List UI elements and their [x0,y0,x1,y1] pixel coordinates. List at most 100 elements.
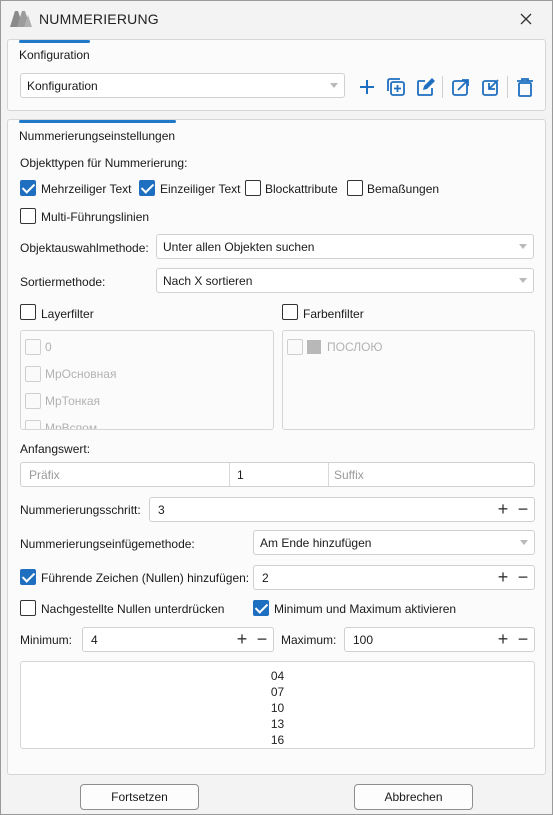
step-label: Nummerierungsschritt: [20,503,141,517]
insert-method-value: Am Ende hinzufügen [260,535,372,550]
object-types-label: Objekttypen für Nummerierung: [20,156,188,170]
color-filter-label: Farbenfilter [303,307,364,321]
suppress-trailing-zeros-label: Nachgestellte Nullen unterdrücken [41,602,225,616]
minimum-stepper: + − [235,630,269,648]
list-item-label: МрТонкая [45,394,101,408]
step-value: 3 [158,502,165,517]
sort-method-select[interactable]: Nach X sortieren [156,268,534,293]
list-item[interactable]: 0 [25,339,52,355]
list-item-checkbox[interactable] [287,339,303,355]
checkbox-leading-zeros[interactable] [20,569,36,585]
leading-zeros-label: Führende Zeichen (Nullen) hinzufügen: [41,571,250,585]
chevron-down-icon [330,83,338,88]
title-bar: NUMMERIERUNG [1,1,552,37]
leading-zeros-value: 2 [262,570,269,585]
checkbox-label: Blockattribute [265,182,338,196]
settings-panel: Nummerierungseinstellungen Objekttypen f… [7,119,546,775]
list-item-checkbox[interactable] [25,393,41,409]
list-item[interactable]: ПОСЛОЮ [287,339,383,355]
color-swatch [307,340,321,354]
list-item-label: 0 [45,340,52,354]
start-value-input[interactable]: 1 [237,468,244,482]
close-icon[interactable] [516,9,536,29]
checkbox-multiline-text[interactable] [20,180,36,196]
preview-value: 04 [270,669,285,683]
list-item-label: МрВспом [45,421,98,430]
list-item-checkbox[interactable] [25,420,41,429]
toolbar-separator [442,76,443,98]
chevron-down-icon [519,244,527,249]
list-item-label: ПОСЛОЮ [327,340,383,354]
start-value-group: Präfix 1 Suffix [20,462,535,487]
list-item[interactable]: МрОсновная [25,366,116,382]
minus-icon[interactable]: − [516,630,530,648]
list-item-checkbox[interactable] [25,339,41,355]
leading-zeros-stepper: + − [496,568,530,586]
insert-method-select[interactable]: Am Ende hinzufügen [253,530,535,555]
plus-icon[interactable]: + [496,630,510,648]
selection-method-value: Unter allen Objekten suchen [163,239,315,254]
checkbox-layer-filter[interactable] [20,304,36,320]
list-item-checkbox[interactable] [25,366,41,382]
prefix-input[interactable]: Präfix [29,468,60,482]
edit-icon[interactable] [415,76,437,98]
suffix-input[interactable]: Suffix [334,468,364,482]
chevron-down-icon [519,278,527,283]
layer-filter-label: Layerfilter [41,307,94,321]
step-input[interactable]: 3 + − [149,497,535,522]
selection-method-label: Objektauswahlmethode: [20,241,149,255]
minimum-label: Minimum: [20,633,73,647]
window-title: NUMMERIERUNG [39,11,159,27]
minus-icon[interactable]: − [516,500,530,518]
checkbox-multileader[interactable] [20,208,36,224]
checkbox-min-max[interactable] [253,600,269,616]
plus-icon[interactable]: + [235,630,249,648]
checkbox-label: Bemaßungen [367,182,440,196]
color-list[interactable]: ПОСЛОЮ [282,330,535,430]
toolbar-separator [507,76,508,98]
preview-value: 10 [270,701,285,715]
plus-icon[interactable]: + [496,500,510,518]
checkbox-color-filter[interactable] [282,304,298,320]
preview-value: 13 [270,717,285,731]
list-item[interactable]: МрТонкая [25,393,100,409]
preview-value: 16 [270,733,285,747]
preview-value: 07 [270,685,285,699]
plus-icon[interactable] [356,76,378,98]
export-icon[interactable] [450,76,472,98]
minimum-value: 4 [91,632,98,647]
checkbox-label: Multi-Führungslinien [41,210,150,224]
plus-icon[interactable]: + [496,568,510,586]
tab-numbering-settings[interactable]: Nummerierungseinstellungen [19,129,175,143]
trash-icon[interactable] [514,76,536,98]
selection-method-select[interactable]: Unter allen Objekten suchen [156,234,534,259]
divider [229,463,230,486]
minus-icon[interactable]: − [255,630,269,648]
minus-icon[interactable]: − [516,568,530,586]
insert-method-label: Nummerierungseinfügemethode: [20,537,195,551]
app-logo-icon [10,11,32,30]
minimum-input[interactable]: 4 + − [82,627,274,652]
cancel-button[interactable]: Abbrechen [354,784,473,810]
checkbox-dimensions[interactable] [347,180,363,196]
min-max-label: Minimum und Maximum aktivieren [274,602,457,616]
maximum-input[interactable]: 100 + − [344,627,535,652]
tab-indicator [19,120,176,123]
checkbox-block-attributes[interactable] [245,180,261,196]
dialog-window: NUMMERIERUNG Konfiguration Konfiguration [0,0,553,815]
import-icon[interactable] [480,76,502,98]
configuration-select[interactable]: Konfiguration [20,73,345,98]
continue-button[interactable]: Fortsetzen [80,784,199,810]
maximum-label: Maximum: [281,633,337,647]
configuration-select-value: Konfiguration [27,78,98,93]
tab-configuration[interactable]: Konfiguration [19,48,90,62]
sort-method-label: Sortiermethode: [20,275,106,289]
start-value-label: Anfangswert: [20,442,91,456]
checkbox-suppress-trailing-zeros[interactable] [20,600,36,616]
list-item[interactable]: МрВспом [25,420,98,430]
layer-list[interactable]: 0 МрОсновная МрТонкая МрВспом [20,330,274,430]
leading-zeros-input[interactable]: 2 + − [253,565,535,590]
sort-method-value: Nach X sortieren [163,273,253,288]
checkbox-singleline-text[interactable] [139,180,155,196]
add-copy-icon[interactable] [385,76,407,98]
